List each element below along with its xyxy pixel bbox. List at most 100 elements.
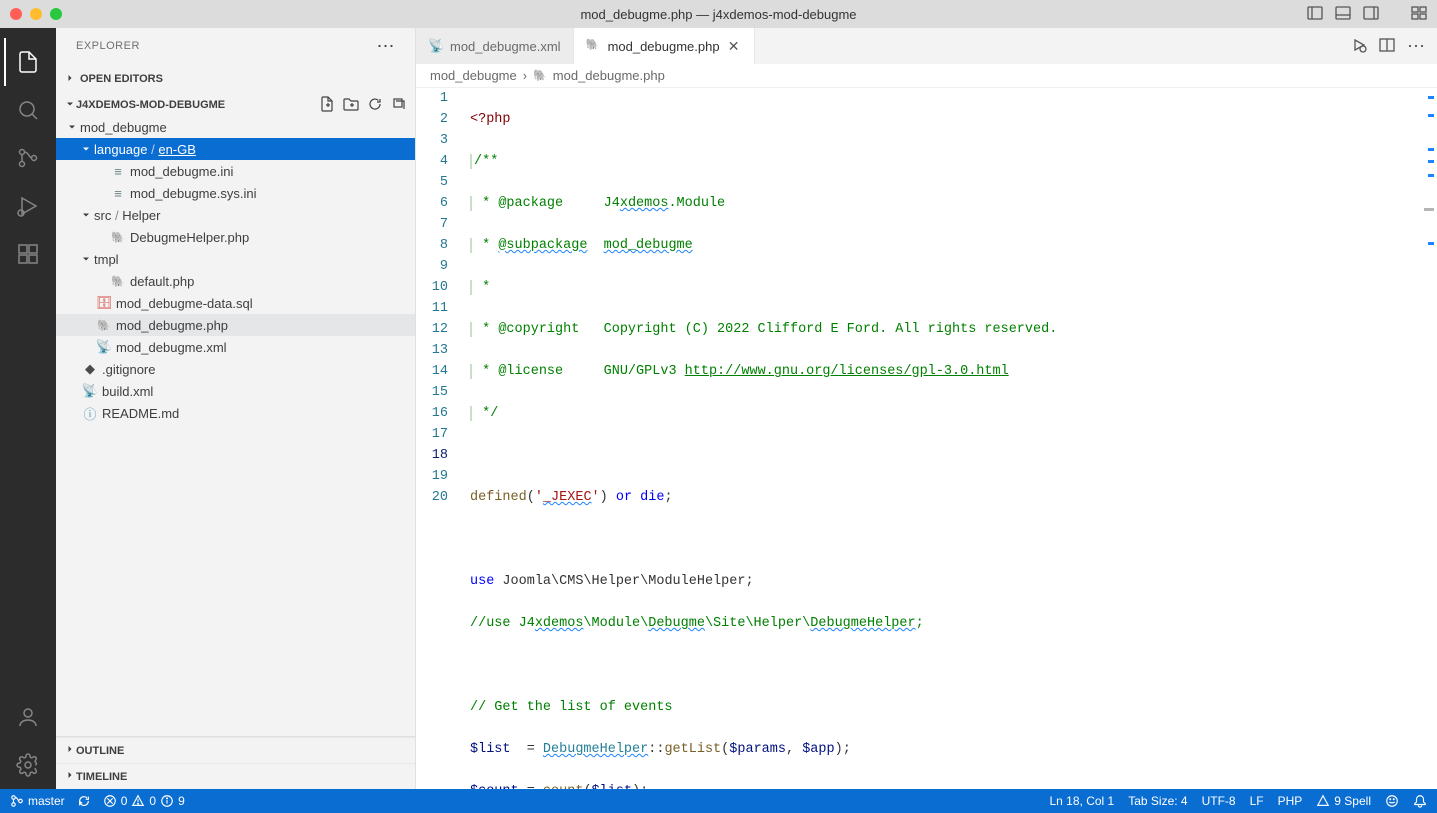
- file-tree: mod_debugme language / en-GB ≡ mod_debug…: [56, 116, 415, 736]
- php-icon: 🐘: [94, 319, 114, 332]
- tree-file-mod-debugme-xml[interactable]: 📡 mod_debugme.xml: [56, 336, 415, 358]
- titlebar: mod_debugme.php — j4xdemos-mod-debugme: [0, 0, 1437, 28]
- chevron-right-icon: [64, 72, 76, 87]
- chevron-down-icon: [64, 121, 80, 133]
- tree-file-mod-debugme-php[interactable]: 🐘 mod_debugme.php: [56, 314, 415, 336]
- tree-file-gitignore[interactable]: ◆ .gitignore: [56, 358, 415, 380]
- chevron-down-icon: [64, 98, 76, 113]
- tree-folder-tmpl[interactable]: tmpl: [56, 248, 415, 270]
- status-eol[interactable]: LF: [1250, 794, 1264, 808]
- minimap[interactable]: [1423, 88, 1437, 789]
- code-editor[interactable]: 1234567891011121314151617181920 <?php /*…: [416, 88, 1437, 789]
- xml-icon: 📡: [94, 339, 114, 355]
- status-branch[interactable]: master: [10, 794, 65, 808]
- timeline-label: TIMELINE: [76, 771, 127, 783]
- php-icon: 🐘: [586, 38, 602, 54]
- status-encoding[interactable]: UTF-8: [1202, 794, 1236, 808]
- breadcrumbs[interactable]: mod_debugme › 🐘 mod_debugme.php: [416, 64, 1437, 88]
- tree-item-label: build.xml: [102, 384, 153, 399]
- xml-icon: 📡: [80, 383, 100, 399]
- tree-file-ini[interactable]: ≡ mod_debugme.ini: [56, 160, 415, 182]
- chevron-down-icon: [78, 209, 94, 221]
- activity-account[interactable]: [4, 693, 52, 741]
- warning-icon: [131, 794, 145, 808]
- xml-icon: 📡: [428, 38, 444, 54]
- status-cursor[interactable]: Ln 18, Col 1: [1050, 794, 1115, 808]
- activity-extensions[interactable]: [4, 230, 52, 278]
- project-name: J4XDEMOS-MOD-DEBUGME: [76, 99, 225, 111]
- close-tab-icon[interactable]: ✕: [726, 38, 742, 54]
- tree-folder-src-helper[interactable]: src / Helper: [56, 204, 415, 226]
- activity-source-control[interactable]: [4, 134, 52, 182]
- layout-primary-icon[interactable]: [1307, 5, 1323, 24]
- status-language[interactable]: PHP: [1278, 794, 1303, 808]
- code-content[interactable]: <?php /** * @package J4xdemos.Module * @…: [466, 88, 1423, 789]
- minimize-window-button[interactable]: [30, 8, 42, 20]
- customize-layout-icon[interactable]: [1411, 5, 1427, 24]
- tab-xml[interactable]: 📡 mod_debugme.xml: [416, 28, 574, 64]
- breadcrumb-folder[interactable]: mod_debugme: [430, 68, 517, 83]
- split-editor-icon[interactable]: [1379, 37, 1395, 56]
- tree-folder-mod-debugme[interactable]: mod_debugme: [56, 116, 415, 138]
- status-feedback[interactable]: [1385, 794, 1399, 808]
- branch-icon: [10, 794, 24, 808]
- line-gutter: 1234567891011121314151617181920: [416, 88, 466, 789]
- activity-settings[interactable]: [4, 741, 52, 789]
- tree-item-label: default.php: [130, 274, 194, 289]
- new-file-icon[interactable]: [319, 96, 335, 115]
- timeline-section[interactable]: TIMELINE: [56, 763, 415, 789]
- status-tabsize[interactable]: Tab Size: 4: [1128, 794, 1187, 808]
- activity-debug[interactable]: [4, 182, 52, 230]
- breadcrumb-file[interactable]: mod_debugme.php: [553, 68, 665, 83]
- file-icon: ≡: [108, 186, 128, 201]
- error-icon: [103, 794, 117, 808]
- editor-more-icon[interactable]: ⋯: [1407, 36, 1425, 57]
- refresh-icon[interactable]: [367, 96, 383, 115]
- tree-item-label: mod_debugme.php: [116, 318, 228, 333]
- open-editors-section[interactable]: OPEN EDITORS: [56, 68, 415, 90]
- outline-section[interactable]: OUTLINE: [56, 737, 415, 763]
- layout-secondary-icon[interactable]: [1363, 5, 1379, 24]
- close-window-button[interactable]: [10, 8, 22, 20]
- collapse-all-icon[interactable]: [391, 96, 407, 115]
- maximize-window-button[interactable]: [50, 8, 62, 20]
- status-bar: master 0 0 9 Ln 18, Col 1 Tab Size: 4 UT…: [0, 789, 1437, 813]
- tree-item-label: .gitignore: [102, 362, 155, 377]
- project-section[interactable]: J4XDEMOS-MOD-DEBUGME: [56, 94, 415, 116]
- tree-item-label: DebugmeHelper.php: [130, 230, 249, 245]
- tree-file-build-xml[interactable]: 📡 build.xml: [56, 380, 415, 402]
- outline-label: OUTLINE: [76, 745, 124, 757]
- php-icon: 🐘: [108, 275, 128, 288]
- bell-icon: [1413, 794, 1427, 808]
- tab-label: mod_debugme.xml: [450, 39, 561, 54]
- chevron-down-icon: [78, 253, 94, 265]
- tab-php[interactable]: 🐘 mod_debugme.php ✕: [574, 28, 755, 64]
- tree-item-label: mod_debugme.ini: [130, 164, 233, 179]
- sidebar-more-icon[interactable]: ⋯: [377, 36, 396, 57]
- info-icon: [160, 794, 174, 808]
- status-spell[interactable]: 9 Spell: [1316, 794, 1371, 808]
- sidebar-header: EXPLORER ⋯: [56, 28, 415, 64]
- chevron-down-icon: [78, 143, 94, 155]
- new-folder-icon[interactable]: [343, 96, 359, 115]
- sidebar: EXPLORER ⋯ OPEN EDITORS J4XDEMOS-MOD-DEB…: [56, 28, 416, 789]
- tree-item-label: README.md: [102, 406, 179, 421]
- tree-file-sys-ini[interactable]: ≡ mod_debugme.sys.ini: [56, 182, 415, 204]
- activity-explorer[interactable]: [4, 38, 52, 86]
- status-sync[interactable]: [77, 794, 91, 808]
- run-icon[interactable]: [1351, 37, 1367, 56]
- status-notifications[interactable]: [1413, 794, 1427, 808]
- branch-name: master: [28, 794, 65, 808]
- tree-file-sql[interactable]: 🗄 mod_debugme-data.sql: [56, 292, 415, 314]
- status-problems[interactable]: 0 0 9: [103, 794, 185, 808]
- sidebar-title: EXPLORER: [76, 40, 140, 52]
- editor-area: 📡 mod_debugme.xml 🐘 mod_debugme.php ✕ ⋯ …: [416, 28, 1437, 789]
- activity-search[interactable]: [4, 86, 52, 134]
- window-title: mod_debugme.php — j4xdemos-mod-debugme: [580, 7, 856, 22]
- tree-folder-language-engb[interactable]: language / en-GB: [56, 138, 415, 160]
- tree-file-default-php[interactable]: 🐘 default.php: [56, 270, 415, 292]
- layout-panel-icon[interactable]: [1335, 5, 1351, 24]
- tree-item-label: tmpl: [94, 252, 119, 267]
- tree-file-readme[interactable]: ⓘ README.md: [56, 402, 415, 424]
- tree-file-debugme-helper[interactable]: 🐘 DebugmeHelper.php: [56, 226, 415, 248]
